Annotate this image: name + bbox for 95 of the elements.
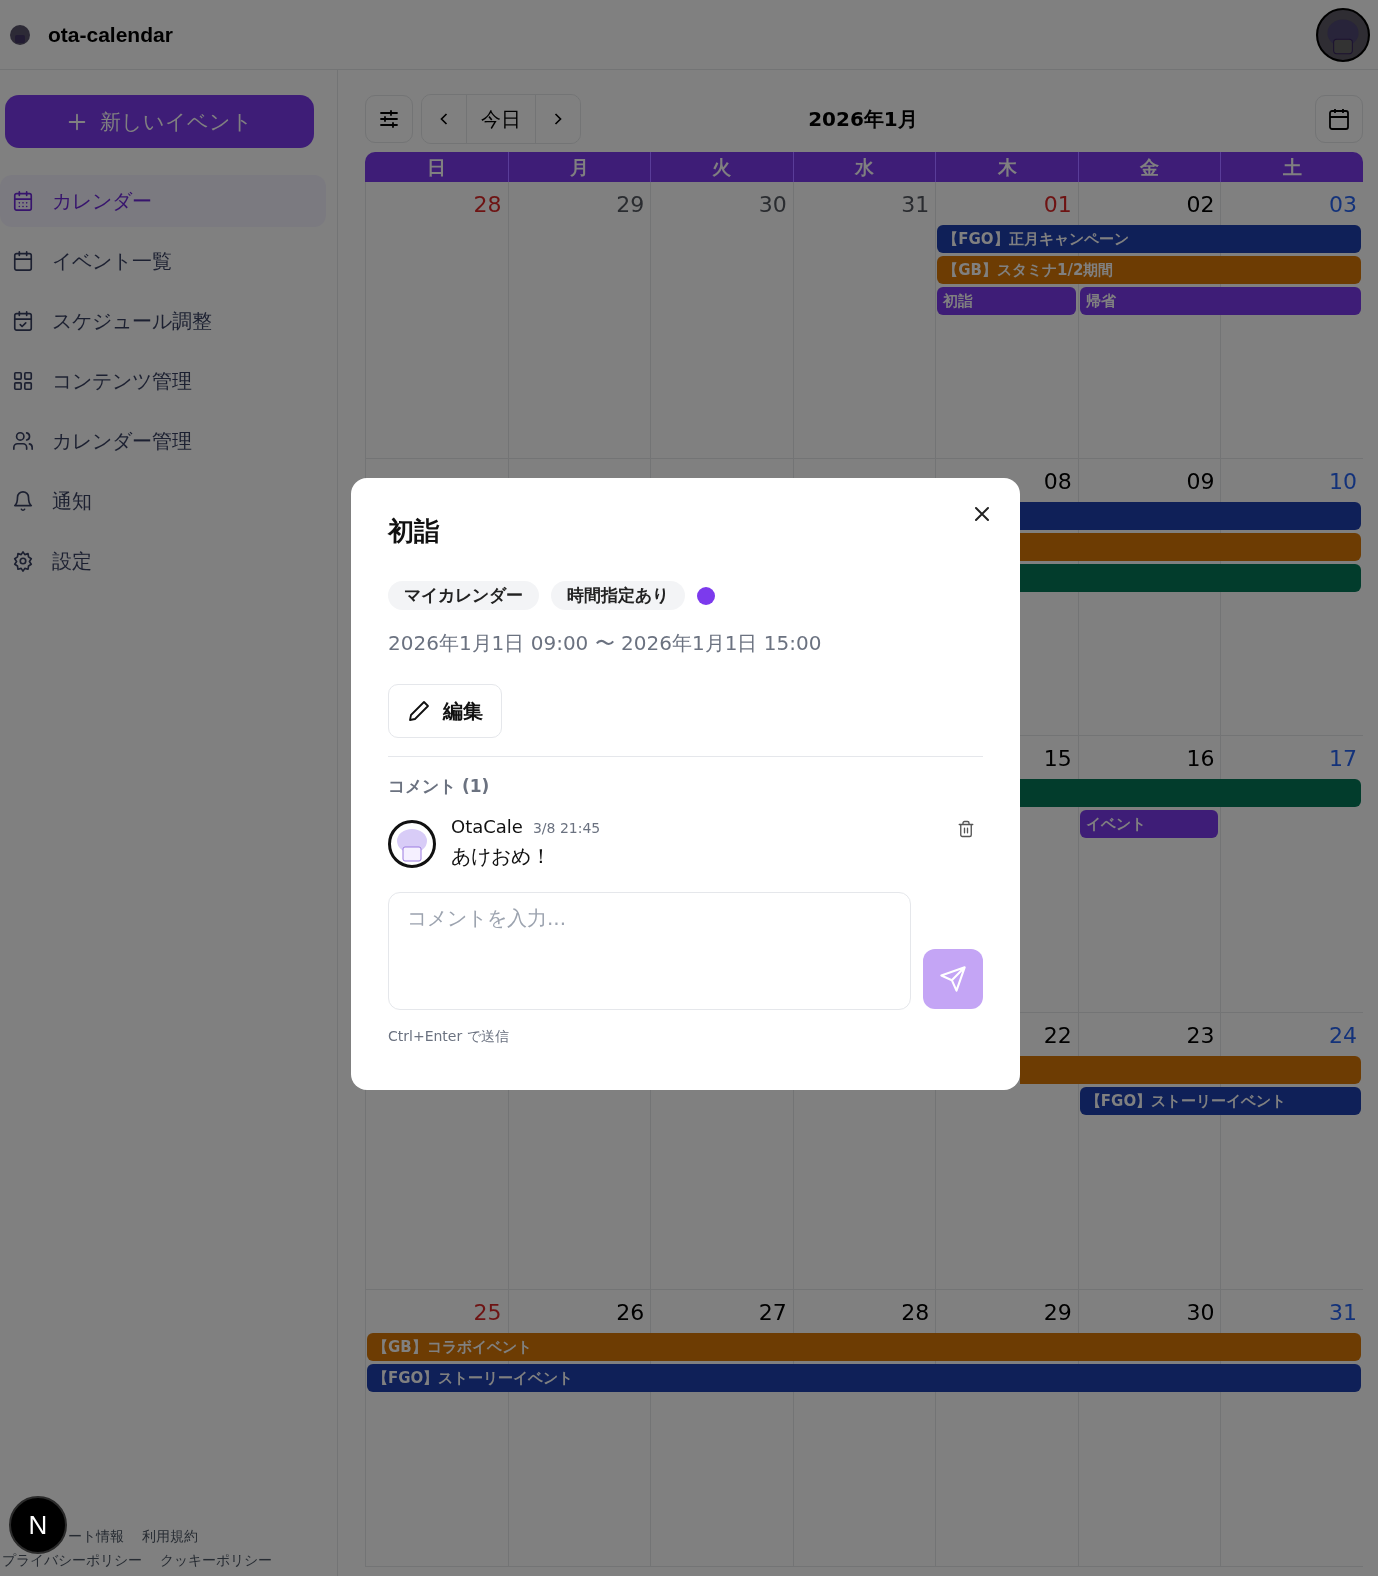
footer-link[interactable]: プライバシーポリシー <box>2 1552 142 1570</box>
date-number: 31 <box>901 191 931 219</box>
event-bar[interactable]: イベント <box>1079 810 1219 838</box>
event-bar[interactable] <box>1020 533 1361 561</box>
footer-link[interactable]: クッキーポリシー <box>160 1552 272 1570</box>
comment-time: 3/8 21:45 <box>532 820 601 836</box>
date-number: 29 <box>1043 1299 1073 1327</box>
date-number: 15 <box>1043 745 1073 773</box>
calendar-button[interactable] <box>1315 95 1363 143</box>
nav-item[interactable]: 設定 <box>0 535 326 587</box>
date-number: 25 <box>473 1299 503 1327</box>
app-title: ota-calendar <box>48 22 173 47</box>
date-number: 24 <box>1329 1022 1358 1050</box>
bell-icon <box>12 490 34 512</box>
nav-label: 通知 <box>52 487 92 515</box>
nav-label: コンテンツ管理 <box>52 367 192 395</box>
edit-button[interactable]: 編集 <box>388 684 502 738</box>
date-number: 17 <box>1329 745 1358 773</box>
event-bar[interactable]: 【FGO】ストーリーイベント <box>367 1364 1361 1392</box>
users-icon <box>12 430 34 452</box>
date-number: 30 <box>1186 1299 1216 1327</box>
grid-icon <box>12 370 34 392</box>
event-bar[interactable] <box>1020 502 1361 530</box>
event-bar[interactable]: 【FGO】正月キャンペーン <box>937 225 1361 253</box>
trash-icon[interactable] <box>957 820 975 838</box>
date-number: 10 <box>1329 468 1358 496</box>
event-bar[interactable]: 【FGO】ストーリーイベント <box>1079 1087 1361 1115</box>
event-title: 初詣 <box>388 515 441 548</box>
event-bar[interactable] <box>1020 564 1361 592</box>
weekday-label: 土 <box>1220 152 1363 182</box>
logo-icon <box>8 22 32 47</box>
date-number: 03 <box>1329 191 1358 219</box>
nav-label: 設定 <box>52 547 92 575</box>
comment-text: あけおめ！ <box>451 843 552 870</box>
nav-label: カレンダー <box>52 187 152 215</box>
date-number: 01 <box>1043 191 1073 219</box>
weekday-label: 木 <box>935 152 1078 182</box>
footer-link[interactable]: 利用規約 <box>142 1528 198 1546</box>
date-number: 02 <box>1186 191 1216 219</box>
event-bar[interactable]: 帰省 <box>1079 287 1361 315</box>
event-datetime: 2026年1月1日 09:00 〜 2026年1月1日 15:00 <box>388 630 823 657</box>
nav-item[interactable]: イベント一覧 <box>0 235 326 287</box>
nav-label: スケジュール調整 <box>52 307 212 335</box>
hint-text: Ctrl+Enter で送信 <box>388 1028 510 1046</box>
send-button[interactable] <box>923 949 983 1009</box>
avatar-icon[interactable] <box>1316 7 1370 62</box>
date-number: 30 <box>758 191 788 219</box>
nav-item[interactable]: カレンダー管理 <box>0 415 326 467</box>
calendar-check-icon <box>12 310 34 332</box>
sliders-icon <box>377 107 401 131</box>
weekday-label: 金 <box>1077 152 1221 182</box>
footer-link[interactable]: ート情報 <box>68 1528 124 1546</box>
avatar-icon <box>388 820 436 868</box>
date-number: 31 <box>1329 1299 1358 1327</box>
weekday-label: 水 <box>792 152 936 182</box>
tag: マイカレンダー <box>388 581 539 610</box>
date-number: 09 <box>1186 468 1216 496</box>
send-icon <box>939 965 967 993</box>
comments-heading: コメント (1) <box>388 775 491 798</box>
today-button[interactable]: 今日 <box>466 95 536 143</box>
tag: 時間指定あり <box>551 581 685 610</box>
date-number: 26 <box>616 1299 646 1327</box>
date-number: 27 <box>758 1299 788 1327</box>
event-bar[interactable]: 【GB】コラボイベント <box>367 1333 1361 1361</box>
calendar-icon <box>1327 107 1351 131</box>
calendar-icon <box>12 190 34 212</box>
event-bar[interactable] <box>1020 779 1361 807</box>
event-bar[interactable] <box>1020 1056 1361 1084</box>
nav-item[interactable]: 通知 <box>0 475 326 527</box>
date-number: 28 <box>901 1299 931 1327</box>
comment-field[interactable]: コメントを入力... <box>388 892 911 1010</box>
nav-item[interactable]: スケジュール調整 <box>0 295 326 347</box>
weekday-label: 月 <box>507 152 651 182</box>
event-bar[interactable]: 【GB】スタミナ1/2期間 <box>937 256 1361 284</box>
nav-label: カレンダー管理 <box>52 427 192 455</box>
settings-icon <box>12 550 34 572</box>
date-number: 22 <box>1043 1022 1073 1050</box>
nav-item[interactable]: コンテンツ管理 <box>0 355 326 407</box>
date-number: 29 <box>616 191 646 219</box>
comment-author: OtaCale <box>451 816 523 837</box>
nav-label: イベント一覧 <box>52 247 172 275</box>
weekday-label: 日 <box>425 155 447 180</box>
date-number: 23 <box>1186 1022 1216 1050</box>
date-number: 08 <box>1043 468 1073 496</box>
filter-button[interactable] <box>365 95 413 143</box>
calendar-icon <box>12 250 34 272</box>
date-number: 28 <box>473 191 503 219</box>
dev-badge[interactable]: N <box>9 1496 67 1554</box>
nav-item[interactable]: カレンダー <box>0 175 326 227</box>
event-bar[interactable]: 初詣 <box>937 287 1076 315</box>
new-event-button[interactable]: 新しいイベント <box>5 95 314 148</box>
pencil-icon <box>407 699 431 723</box>
weekday-label: 火 <box>650 152 793 182</box>
month-title: 2026年1月 <box>807 105 919 133</box>
date-number: 16 <box>1186 745 1216 773</box>
